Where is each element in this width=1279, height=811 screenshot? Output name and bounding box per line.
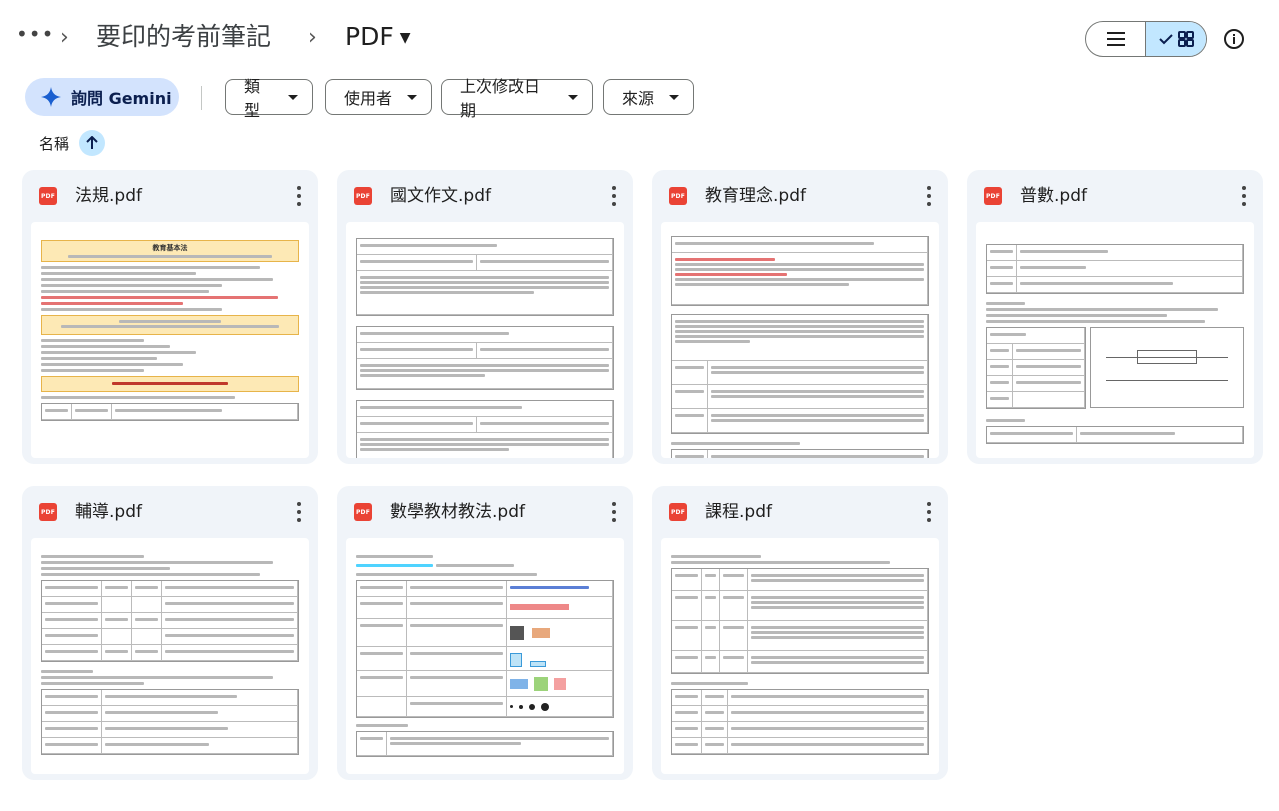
filter-bar: 詢問 Gemini 類型 使用者 上次修改日期 來源 [0,77,1279,120]
file-card-header: PDF 法規.pdf [22,170,318,222]
grid-icon [1177,31,1194,47]
breadcrumb-parent[interactable]: 要印的考前筆記 [96,20,271,54]
ask-gemini-label: 詢問 Gemini [71,89,172,108]
more-vertical-icon[interactable] [296,186,302,206]
more-horizontal-icon[interactable]: ••• [16,22,53,50]
file-preview [346,538,624,774]
filter-modified-label: 上次修改日期 [460,77,541,120]
filter-people-chip[interactable]: 使用者 [325,79,432,115]
sort-direction-button[interactable] [79,130,106,156]
sort-header: 名稱 [39,130,106,156]
check-icon [1158,34,1173,45]
pdf-file-icon: PDF [669,187,687,205]
filter-source-label: 來源 [622,89,655,108]
file-preview [661,538,939,774]
file-card-header: PDF 數學教材教法.pdf [337,486,633,538]
file-name: 輔導.pdf [75,502,142,522]
file-name: 課程.pdf [705,502,772,522]
file-card-header: PDF 普數.pdf [967,170,1263,222]
file-preview [346,222,624,458]
ask-gemini-button[interactable]: 詢問 Gemini [25,78,179,116]
file-card[interactable]: PDF 國文作文.pdf [337,170,633,464]
file-card-header: PDF 課程.pdf [652,486,948,538]
file-name: 數學教材教法.pdf [390,502,525,522]
file-card[interactable]: PDF 課程.pdf [652,486,948,780]
preview-title: 教育基本法 [152,244,188,252]
caret-down-icon [669,94,679,100]
file-preview [976,222,1254,458]
filter-source-chip[interactable]: 來源 [603,79,694,115]
file-preview: 教育基本法 [31,222,309,458]
pdf-file-icon: PDF [354,187,372,205]
file-card[interactable]: PDF 普數.pdf [967,170,1263,464]
filter-type-label: 類型 [244,77,261,120]
more-vertical-icon[interactable] [296,502,302,522]
breadcrumb-current[interactable]: PDF ▼ [345,20,411,55]
more-vertical-icon[interactable] [611,502,617,522]
more-vertical-icon[interactable] [1241,186,1247,206]
caret-down-icon: ▼ [399,30,411,46]
file-card-header: PDF 國文作文.pdf [337,170,633,222]
pdf-file-icon: PDF [669,503,687,521]
file-name: 教育理念.pdf [705,186,806,206]
chevron-right-icon: › [308,25,317,50]
breadcrumb-current-label: PDF [345,22,394,51]
pdf-file-icon: PDF [39,503,57,521]
file-preview [31,538,309,774]
file-card[interactable]: PDF 法規.pdf 教育基本法 [22,170,318,464]
more-vertical-icon[interactable] [926,186,932,206]
file-card-header: PDF 輔導.pdf [22,486,318,538]
caret-down-icon [407,94,417,100]
info-icon[interactable] [1221,26,1247,52]
chevron-right-icon: › [60,25,69,50]
view-toggle [1085,21,1207,57]
grid-view-button[interactable] [1145,22,1206,56]
more-vertical-icon[interactable] [926,502,932,522]
filter-people-label: 使用者 [344,89,393,108]
toolbar-header: ••• › 要印的考前筆記 › PDF ▼ [0,0,1279,78]
filter-type-chip[interactable]: 類型 [225,77,313,120]
sort-label[interactable]: 名稱 [39,133,69,154]
file-card[interactable]: PDF 教育理念.pdf [652,170,948,464]
arrow-up-icon [86,136,98,149]
pdf-file-icon: PDF [354,503,372,521]
file-card[interactable]: PDF 輔導.pdf [22,486,318,780]
divider [201,86,202,110]
pdf-file-icon: PDF [984,187,1002,205]
caret-down-icon [568,94,578,100]
filter-modified-chip[interactable]: 上次修改日期 [441,77,593,120]
file-name: 法規.pdf [75,186,142,206]
file-preview [661,222,939,458]
pdf-file-icon: PDF [39,187,57,205]
boxplot-sketch [1090,327,1244,408]
file-card-header: PDF 教育理念.pdf [652,170,948,222]
caret-down-icon [288,94,298,100]
list-view-button[interactable] [1086,22,1145,56]
sparkle-icon [41,87,61,107]
list-icon [1106,32,1125,46]
file-name: 普數.pdf [1020,186,1087,206]
more-vertical-icon[interactable] [611,186,617,206]
file-card[interactable]: PDF 數學教材教法.pdf [337,486,633,780]
file-name: 國文作文.pdf [390,186,491,206]
